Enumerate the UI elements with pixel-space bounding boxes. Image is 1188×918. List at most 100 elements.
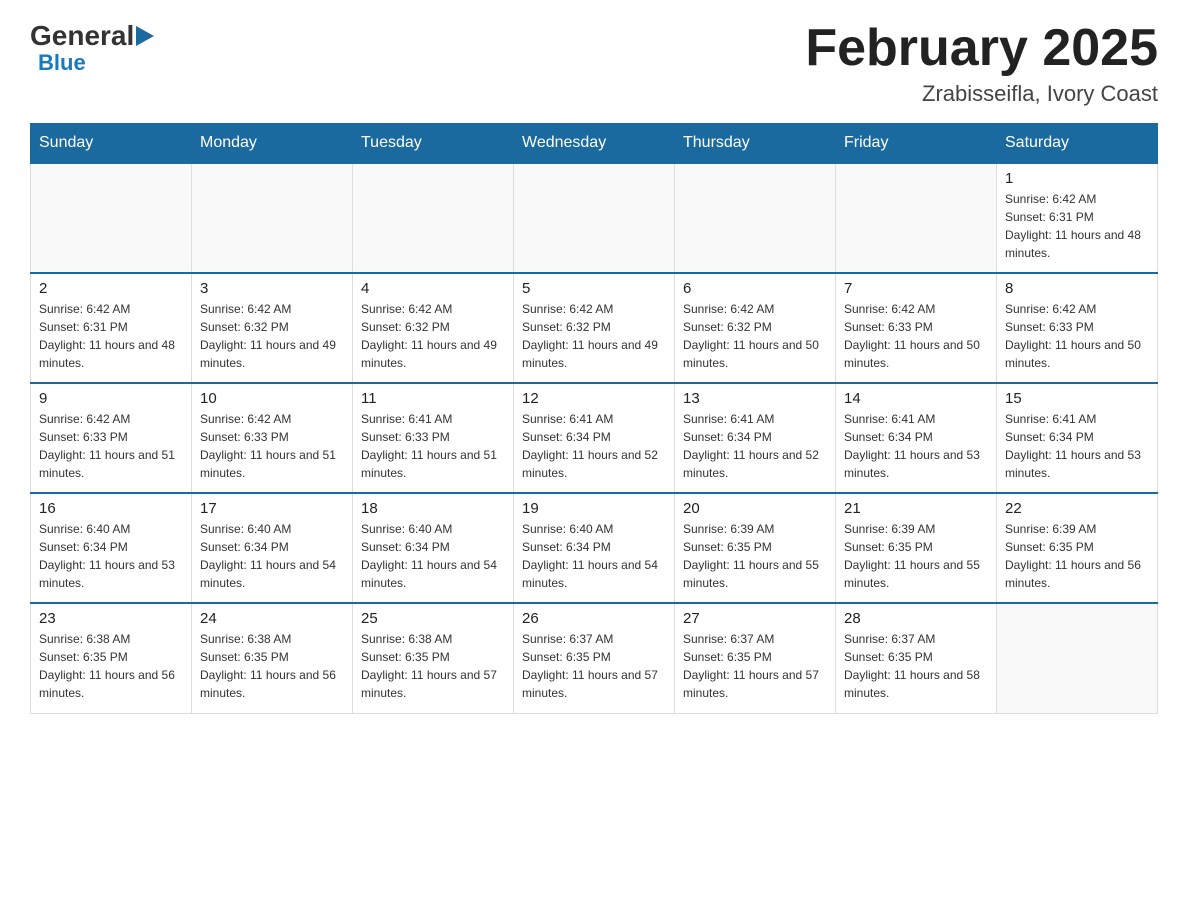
day-number: 1 bbox=[1005, 170, 1149, 187]
day-number: 23 bbox=[39, 610, 183, 627]
day-number: 15 bbox=[1005, 390, 1149, 407]
day-cell bbox=[675, 163, 836, 273]
logo: General bbox=[30, 20, 154, 52]
day-info: Sunrise: 6:42 AMSunset: 6:32 PMDaylight:… bbox=[522, 300, 666, 372]
day-cell: 18 Sunrise: 6:40 AMSunset: 6:34 PMDayligh… bbox=[353, 493, 514, 603]
day-header-saturday: Saturday bbox=[997, 124, 1158, 164]
day-cell: 13Sunrise: 6:41 AMSunset: 6:34 PMDayligh… bbox=[675, 383, 836, 493]
day-cell bbox=[31, 163, 192, 273]
day-number: 24 bbox=[200, 610, 344, 627]
day-cell: 14Sunrise: 6:41 AMSunset: 6:34 PMDayligh… bbox=[836, 383, 997, 493]
day-info: Sunrise: 6:42 AMSunset: 6:33 PMDaylight:… bbox=[200, 410, 344, 482]
day-number: 22 bbox=[1005, 500, 1149, 517]
day-number: 20 bbox=[683, 500, 827, 517]
day-info: Sunrise: 6:38 AMSunset: 6:35 PMDaylight:… bbox=[361, 630, 505, 702]
day-cell: 4 Sunrise: 6:42 AMSunset: 6:32 PMDaylight… bbox=[353, 273, 514, 383]
logo-area: General Blue bbox=[30, 20, 154, 76]
day-number: 11 bbox=[361, 390, 505, 407]
day-cell: 1 Sunrise: 6:42 AMSunset: 6:31 PMDaylight… bbox=[997, 163, 1158, 273]
day-number: 4 bbox=[361, 280, 505, 297]
day-number: 2 bbox=[39, 280, 183, 297]
day-cell: 3 Sunrise: 6:42 AMSunset: 6:32 PMDaylight… bbox=[192, 273, 353, 383]
logo-arrow-icon bbox=[136, 26, 154, 46]
day-info: Sunrise: 6:40 AMSunset: 6:34 PMDaylight:… bbox=[39, 520, 183, 592]
day-number: 26 bbox=[522, 610, 666, 627]
day-cell: 19Sunrise: 6:40 AMSunset: 6:34 PMDayligh… bbox=[514, 493, 675, 603]
day-number: 9 bbox=[39, 390, 183, 407]
day-cell: 26 Sunrise: 6:37 AMSunset: 6:35 PMDayligh… bbox=[514, 603, 675, 713]
day-cell bbox=[192, 163, 353, 273]
day-info: Sunrise: 6:42 AMSunset: 6:32 PMDaylight:… bbox=[683, 300, 827, 372]
day-cell: 11 Sunrise: 6:41 AMSunset: 6:33 PMDayligh… bbox=[353, 383, 514, 493]
day-cell bbox=[514, 163, 675, 273]
day-header-monday: Monday bbox=[192, 124, 353, 164]
day-number: 27 bbox=[683, 610, 827, 627]
day-cell: 15 Sunrise: 6:41 AMSunset: 6:34 PMDayligh… bbox=[997, 383, 1158, 493]
day-info: Sunrise: 6:40 AMSunset: 6:34 PMDaylight:… bbox=[522, 520, 666, 592]
day-header-thursday: Thursday bbox=[675, 124, 836, 164]
day-cell: 2Sunrise: 6:42 AMSunset: 6:31 PMDaylight… bbox=[31, 273, 192, 383]
week-row-2: 2Sunrise: 6:42 AMSunset: 6:31 PMDaylight… bbox=[31, 273, 1158, 383]
day-info: Sunrise: 6:42 AMSunset: 6:31 PMDaylight:… bbox=[1005, 190, 1149, 262]
day-info: Sunrise: 6:39 AMSunset: 6:35 PMDaylight:… bbox=[683, 520, 827, 592]
logo-blue-text: Blue bbox=[38, 50, 86, 75]
day-info: Sunrise: 6:37 AMSunset: 6:35 PMDaylight:… bbox=[522, 630, 666, 702]
day-cell: 22 Sunrise: 6:39 AMSunset: 6:35 PMDayligh… bbox=[997, 493, 1158, 603]
calendar-table: SundayMondayTuesdayWednesdayThursdayFrid… bbox=[30, 123, 1158, 714]
day-cell: 5 Sunrise: 6:42 AMSunset: 6:32 PMDaylight… bbox=[514, 273, 675, 383]
day-cell: 7 Sunrise: 6:42 AMSunset: 6:33 PMDaylight… bbox=[836, 273, 997, 383]
day-cell: 8 Sunrise: 6:42 AMSunset: 6:33 PMDaylight… bbox=[997, 273, 1158, 383]
day-cell: 21 Sunrise: 6:39 AMSunset: 6:35 PMDayligh… bbox=[836, 493, 997, 603]
day-header-wednesday: Wednesday bbox=[514, 124, 675, 164]
day-number: 6 bbox=[683, 280, 827, 297]
day-header-sunday: Sunday bbox=[31, 124, 192, 164]
day-cell: 10 Sunrise: 6:42 AMSunset: 6:33 PMDayligh… bbox=[192, 383, 353, 493]
day-number: 18 bbox=[361, 500, 505, 517]
day-number: 16 bbox=[39, 500, 183, 517]
day-number: 3 bbox=[200, 280, 344, 297]
day-info: Sunrise: 6:41 AMSunset: 6:33 PMDaylight:… bbox=[361, 410, 505, 482]
day-info: Sunrise: 6:42 AMSunset: 6:32 PMDaylight:… bbox=[200, 300, 344, 372]
week-row-3: 9 Sunrise: 6:42 AMSunset: 6:33 PMDaylight… bbox=[31, 383, 1158, 493]
day-header-row: SundayMondayTuesdayWednesdayThursdayFrid… bbox=[31, 124, 1158, 164]
day-info: Sunrise: 6:41 AMSunset: 6:34 PMDaylight:… bbox=[844, 410, 988, 482]
title-area: February 2025 Zrabisseifla, Ivory Coast bbox=[805, 20, 1158, 107]
day-cell bbox=[353, 163, 514, 273]
day-header-friday: Friday bbox=[836, 124, 997, 164]
day-cell: 12Sunrise: 6:41 AMSunset: 6:34 PMDayligh… bbox=[514, 383, 675, 493]
day-cell: 24 Sunrise: 6:38 AMSunset: 6:35 PMDayligh… bbox=[192, 603, 353, 713]
day-info: Sunrise: 6:38 AMSunset: 6:35 PMDaylight:… bbox=[39, 630, 183, 702]
day-cell bbox=[997, 603, 1158, 713]
day-info: Sunrise: 6:42 AMSunset: 6:33 PMDaylight:… bbox=[844, 300, 988, 372]
day-info: Sunrise: 6:39 AMSunset: 6:35 PMDaylight:… bbox=[844, 520, 988, 592]
day-number: 7 bbox=[844, 280, 988, 297]
day-cell: 28Sunrise: 6:37 AMSunset: 6:35 PMDayligh… bbox=[836, 603, 997, 713]
day-cell: 16 Sunrise: 6:40 AMSunset: 6:34 PMDayligh… bbox=[31, 493, 192, 603]
day-info: Sunrise: 6:42 AMSunset: 6:33 PMDaylight:… bbox=[39, 410, 183, 482]
week-row-4: 16 Sunrise: 6:40 AMSunset: 6:34 PMDayligh… bbox=[31, 493, 1158, 603]
day-info: Sunrise: 6:41 AMSunset: 6:34 PMDaylight:… bbox=[683, 410, 827, 482]
day-info: Sunrise: 6:37 AMSunset: 6:35 PMDaylight:… bbox=[683, 630, 827, 702]
day-info: Sunrise: 6:39 AMSunset: 6:35 PMDaylight:… bbox=[1005, 520, 1149, 592]
day-number: 8 bbox=[1005, 280, 1149, 297]
day-number: 17 bbox=[200, 500, 344, 517]
day-info: Sunrise: 6:40 AMSunset: 6:34 PMDaylight:… bbox=[361, 520, 505, 592]
day-info: Sunrise: 6:41 AMSunset: 6:34 PMDaylight:… bbox=[1005, 410, 1149, 482]
header: General Blue February 2025 Zrabisseifla,… bbox=[30, 20, 1158, 107]
day-number: 5 bbox=[522, 280, 666, 297]
week-row-1: 1 Sunrise: 6:42 AMSunset: 6:31 PMDaylight… bbox=[31, 163, 1158, 273]
day-cell: 6 Sunrise: 6:42 AMSunset: 6:32 PMDaylight… bbox=[675, 273, 836, 383]
day-number: 12 bbox=[522, 390, 666, 407]
day-number: 10 bbox=[200, 390, 344, 407]
day-cell: 25Sunrise: 6:38 AMSunset: 6:35 PMDayligh… bbox=[353, 603, 514, 713]
day-info: Sunrise: 6:40 AMSunset: 6:34 PMDaylight:… bbox=[200, 520, 344, 592]
day-number: 21 bbox=[844, 500, 988, 517]
day-info: Sunrise: 6:42 AMSunset: 6:32 PMDaylight:… bbox=[361, 300, 505, 372]
logo-general-text: General bbox=[30, 20, 134, 52]
day-cell: 17 Sunrise: 6:40 AMSunset: 6:34 PMDayligh… bbox=[192, 493, 353, 603]
day-cell: 20 Sunrise: 6:39 AMSunset: 6:35 PMDayligh… bbox=[675, 493, 836, 603]
day-info: Sunrise: 6:42 AMSunset: 6:33 PMDaylight:… bbox=[1005, 300, 1149, 372]
day-cell: 9 Sunrise: 6:42 AMSunset: 6:33 PMDaylight… bbox=[31, 383, 192, 493]
location-title: Zrabisseifla, Ivory Coast bbox=[805, 81, 1158, 107]
day-info: Sunrise: 6:38 AMSunset: 6:35 PMDaylight:… bbox=[200, 630, 344, 702]
